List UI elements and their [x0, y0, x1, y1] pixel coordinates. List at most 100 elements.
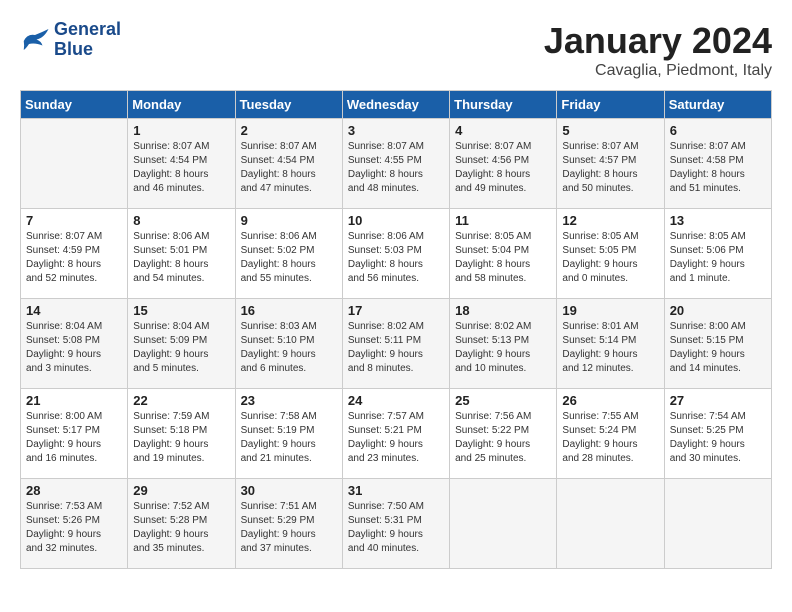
day-number: 13 [670, 213, 766, 228]
calendar-cell [664, 479, 771, 569]
day-number: 16 [241, 303, 337, 318]
calendar-cell: 14 Sunrise: 8:04 AM Sunset: 5:08 PM Dayli… [21, 299, 128, 389]
day-info: Sunrise: 7:59 AM Sunset: 5:18 PM Dayligh… [133, 410, 229, 466]
day-number: 6 [670, 123, 766, 138]
day-number: 3 [348, 123, 444, 138]
calendar-cell [450, 479, 557, 569]
calendar-header: SundayMondayTuesdayWednesdayThursdayFrid… [21, 91, 772, 119]
calendar-cell: 16 Sunrise: 8:03 AM Sunset: 5:10 PM Dayli… [235, 299, 342, 389]
day-number: 20 [670, 303, 766, 318]
logo-text-line1: General [54, 20, 121, 40]
day-number: 1 [133, 123, 229, 138]
day-info: Sunrise: 8:02 AM Sunset: 5:11 PM Dayligh… [348, 320, 444, 376]
day-info: Sunrise: 8:01 AM Sunset: 5:14 PM Dayligh… [562, 320, 658, 376]
calendar-cell: 6 Sunrise: 8:07 AM Sunset: 4:58 PM Daylig… [664, 119, 771, 209]
calendar-cell: 3 Sunrise: 8:07 AM Sunset: 4:55 PM Daylig… [342, 119, 449, 209]
week-row-1: 1 Sunrise: 8:07 AM Sunset: 4:54 PM Daylig… [21, 119, 772, 209]
calendar-cell: 20Sunrise: 8:00 AM Sunset: 5:15 PM Dayli… [664, 299, 771, 389]
header-day-thursday: Thursday [450, 91, 557, 119]
day-info: Sunrise: 8:06 AM Sunset: 5:02 PM Dayligh… [241, 230, 337, 286]
calendar-body: 1 Sunrise: 8:07 AM Sunset: 4:54 PM Daylig… [21, 119, 772, 569]
calendar-cell: 2 Sunrise: 8:07 AM Sunset: 4:54 PM Daylig… [235, 119, 342, 209]
day-info: Sunrise: 8:06 AM Sunset: 5:03 PM Dayligh… [348, 230, 444, 286]
day-info: Sunrise: 7:56 AM Sunset: 5:22 PM Dayligh… [455, 410, 551, 466]
day-info: Sunrise: 7:51 AM Sunset: 5:29 PM Dayligh… [241, 500, 337, 556]
day-info: Sunrise: 8:03 AM Sunset: 5:10 PM Dayligh… [241, 320, 337, 376]
day-number: 29 [133, 483, 229, 498]
calendar-cell: 22 Sunrise: 7:59 AM Sunset: 5:18 PM Dayli… [128, 389, 235, 479]
header-day-tuesday: Tuesday [235, 91, 342, 119]
header-day-saturday: Saturday [664, 91, 771, 119]
calendar-cell: 25 Sunrise: 7:56 AM Sunset: 5:22 PM Dayli… [450, 389, 557, 479]
calendar-cell: 17Sunrise: 8:02 AM Sunset: 5:11 PM Dayli… [342, 299, 449, 389]
day-number: 24 [348, 393, 444, 408]
calendar-cell: 13 Sunrise: 8:05 AM Sunset: 5:06 PM Dayli… [664, 209, 771, 299]
page-header: General Blue January 2024 Cavaglia, Pied… [20, 20, 772, 80]
header-day-sunday: Sunday [21, 91, 128, 119]
day-number: 27 [670, 393, 766, 408]
calendar-cell: 24 Sunrise: 7:57 AM Sunset: 5:21 PM Dayli… [342, 389, 449, 479]
day-number: 2 [241, 123, 337, 138]
logo: General Blue [20, 20, 121, 60]
calendar-cell: 9 Sunrise: 8:06 AM Sunset: 5:02 PM Daylig… [235, 209, 342, 299]
calendar-cell: 29 Sunrise: 7:52 AM Sunset: 5:28 PM Dayli… [128, 479, 235, 569]
week-row-4: 21 Sunrise: 8:00 AM Sunset: 5:17 PM Dayli… [21, 389, 772, 479]
day-info: Sunrise: 8:07 AM Sunset: 4:54 PM Dayligh… [241, 140, 337, 196]
day-number: 19 [562, 303, 658, 318]
day-info: Sunrise: 8:07 AM Sunset: 4:56 PM Dayligh… [455, 140, 551, 196]
day-info: Sunrise: 8:02 AM Sunset: 5:13 PM Dayligh… [455, 320, 551, 376]
header-day-wednesday: Wednesday [342, 91, 449, 119]
calendar-cell: 28Sunrise: 7:53 AM Sunset: 5:26 PM Dayli… [21, 479, 128, 569]
day-info: Sunrise: 8:05 AM Sunset: 5:04 PM Dayligh… [455, 230, 551, 286]
day-number: 31 [348, 483, 444, 498]
day-info: Sunrise: 7:57 AM Sunset: 5:21 PM Dayligh… [348, 410, 444, 466]
day-info: Sunrise: 8:07 AM Sunset: 4:55 PM Dayligh… [348, 140, 444, 196]
calendar-cell: 27Sunrise: 7:54 AM Sunset: 5:25 PM Dayli… [664, 389, 771, 479]
calendar-cell: 26 Sunrise: 7:55 AM Sunset: 5:24 PM Dayli… [557, 389, 664, 479]
calendar-cell [557, 479, 664, 569]
day-number: 25 [455, 393, 551, 408]
day-number: 15 [133, 303, 229, 318]
day-number: 11 [455, 213, 551, 228]
day-info: Sunrise: 7:52 AM Sunset: 5:28 PM Dayligh… [133, 500, 229, 556]
day-info: Sunrise: 8:07 AM Sunset: 4:54 PM Dayligh… [133, 140, 229, 196]
calendar-cell: 21 Sunrise: 8:00 AM Sunset: 5:17 PM Dayli… [21, 389, 128, 479]
calendar-cell: 15 Sunrise: 8:04 AM Sunset: 5:09 PM Dayli… [128, 299, 235, 389]
logo-text-line2: Blue [54, 40, 121, 60]
day-number: 5 [562, 123, 658, 138]
day-info: Sunrise: 8:05 AM Sunset: 5:06 PM Dayligh… [670, 230, 766, 286]
calendar-cell [21, 119, 128, 209]
week-row-5: 28Sunrise: 7:53 AM Sunset: 5:26 PM Dayli… [21, 479, 772, 569]
calendar-cell: 23Sunrise: 7:58 AM Sunset: 5:19 PM Dayli… [235, 389, 342, 479]
title-block: January 2024 Cavaglia, Piedmont, Italy [544, 20, 772, 80]
week-row-3: 14 Sunrise: 8:04 AM Sunset: 5:08 PM Dayli… [21, 299, 772, 389]
day-info: Sunrise: 7:55 AM Sunset: 5:24 PM Dayligh… [562, 410, 658, 466]
header-day-monday: Monday [128, 91, 235, 119]
day-number: 9 [241, 213, 337, 228]
day-number: 26 [562, 393, 658, 408]
calendar-cell: 10Sunrise: 8:06 AM Sunset: 5:03 PM Dayli… [342, 209, 449, 299]
day-number: 18 [455, 303, 551, 318]
calendar-cell: 4 Sunrise: 8:07 AM Sunset: 4:56 PM Daylig… [450, 119, 557, 209]
day-info: Sunrise: 8:04 AM Sunset: 5:09 PM Dayligh… [133, 320, 229, 376]
calendar-cell: 19 Sunrise: 8:01 AM Sunset: 5:14 PM Dayli… [557, 299, 664, 389]
calendar-cell: 8Sunrise: 8:06 AM Sunset: 5:01 PM Daylig… [128, 209, 235, 299]
header-row: SundayMondayTuesdayWednesdayThursdayFrid… [21, 91, 772, 119]
header-day-friday: Friday [557, 91, 664, 119]
day-info: Sunrise: 8:00 AM Sunset: 5:17 PM Dayligh… [26, 410, 122, 466]
calendar-cell: 11 Sunrise: 8:05 AM Sunset: 5:04 PM Dayli… [450, 209, 557, 299]
calendar-table: SundayMondayTuesdayWednesdayThursdayFrid… [20, 90, 772, 569]
day-number: 21 [26, 393, 122, 408]
day-number: 30 [241, 483, 337, 498]
day-number: 14 [26, 303, 122, 318]
week-row-2: 7Sunrise: 8:07 AM Sunset: 4:59 PM Daylig… [21, 209, 772, 299]
calendar-cell: 1 Sunrise: 8:07 AM Sunset: 4:54 PM Daylig… [128, 119, 235, 209]
day-info: Sunrise: 8:07 AM Sunset: 4:58 PM Dayligh… [670, 140, 766, 196]
day-number: 7 [26, 213, 122, 228]
day-number: 4 [455, 123, 551, 138]
calendar-cell: 7Sunrise: 8:07 AM Sunset: 4:59 PM Daylig… [21, 209, 128, 299]
day-info: Sunrise: 8:07 AM Sunset: 4:57 PM Dayligh… [562, 140, 658, 196]
day-info: Sunrise: 8:04 AM Sunset: 5:08 PM Dayligh… [26, 320, 122, 376]
calendar-cell: 31Sunrise: 7:50 AM Sunset: 5:31 PM Dayli… [342, 479, 449, 569]
day-number: 22 [133, 393, 229, 408]
